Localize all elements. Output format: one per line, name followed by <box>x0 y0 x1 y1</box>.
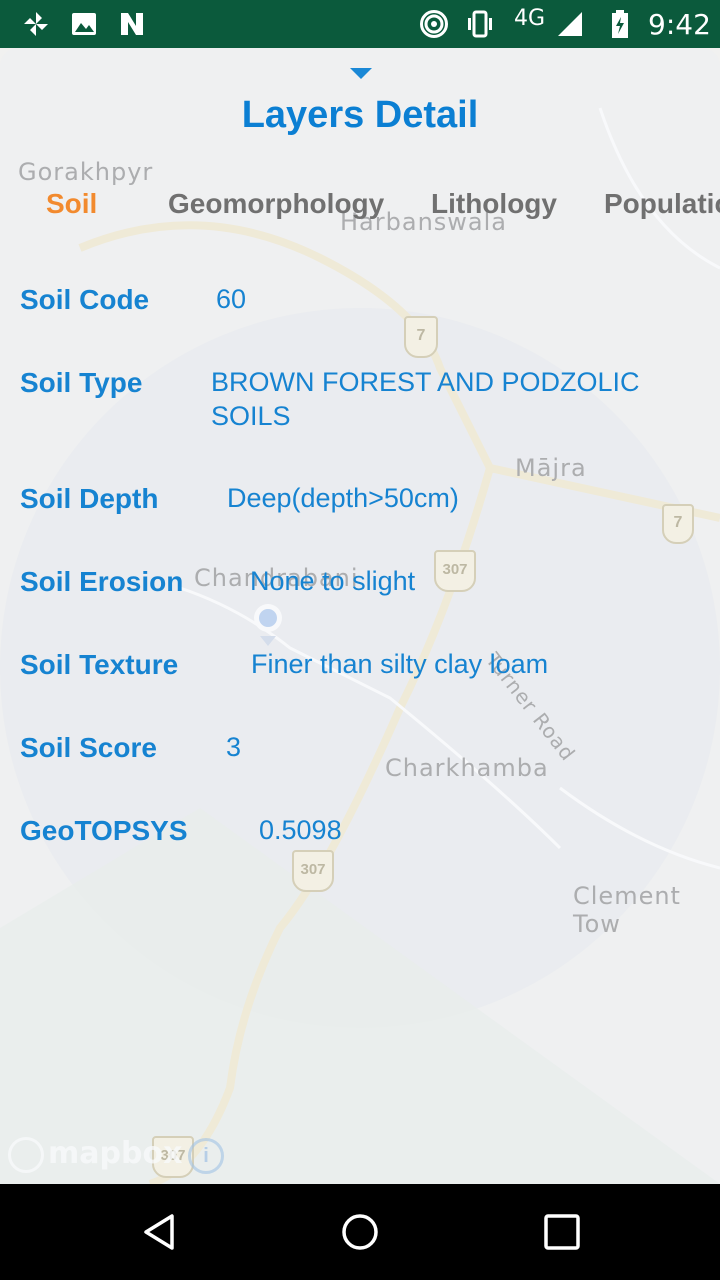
geotopsys-value: 0.5098 <box>259 815 342 845</box>
soil-score-label: Soil Score <box>20 732 157 763</box>
tab-geomorphology[interactable]: Geomorphology <box>168 188 384 220</box>
soil-texture-value: Finer than silty clay loam <box>251 649 549 679</box>
hotspot-icon <box>420 10 448 38</box>
soil-erosion-value: None to slight <box>250 566 416 596</box>
n-app-icon <box>121 13 143 35</box>
soil-texture-label: Soil Texture <box>20 649 179 680</box>
status-bar: 4G 9:42 <box>0 0 720 48</box>
battery-icon <box>612 10 628 38</box>
tab-lithology[interactable]: Lithology <box>431 188 557 220</box>
sheet-title: Layers Detail <box>241 94 479 136</box>
collapse-handle-icon[interactable] <box>350 68 372 79</box>
layers-detail-sheet: Layers Detail Soil Geomorphology Litholo… <box>0 48 720 1184</box>
soil-type-value-line2: SOILS <box>211 401 291 431</box>
recents-icon[interactable] <box>542 1212 582 1252</box>
geotopsys-label: GeoTOPSYS <box>20 815 188 846</box>
soil-depth-value: Deep(depth>50cm) <box>227 483 459 513</box>
soil-score-value: 3 <box>226 732 242 762</box>
tab-soil[interactable]: Soil <box>46 188 97 220</box>
clock: 9:42 <box>648 8 711 41</box>
layer-tabs: Soil Geomorphology Lithology Populatio <box>0 188 720 238</box>
navigation-bar <box>0 1184 720 1280</box>
network-type: 4G <box>514 6 546 31</box>
image-icon <box>72 13 96 35</box>
signal-icon <box>558 12 582 36</box>
back-icon[interactable] <box>140 1212 180 1252</box>
vibrate-icon <box>468 10 492 38</box>
soil-code-value: 60 <box>216 284 247 314</box>
soil-type-label: Soil Type <box>20 367 143 398</box>
home-icon[interactable] <box>340 1212 380 1252</box>
soil-type-value: BROWN FOREST AND PODZOLIC <box>211 367 640 397</box>
tab-population[interactable]: Populatio <box>604 188 720 220</box>
pinwheel-icon <box>24 12 48 36</box>
soil-erosion-label: Soil Erosion <box>20 566 184 597</box>
screen: Gorakhpyr Harbanswala Mājra Chandrabani … <box>0 48 720 1184</box>
soil-depth-label: Soil Depth <box>20 483 159 514</box>
soil-code-label: Soil Code <box>20 284 150 315</box>
